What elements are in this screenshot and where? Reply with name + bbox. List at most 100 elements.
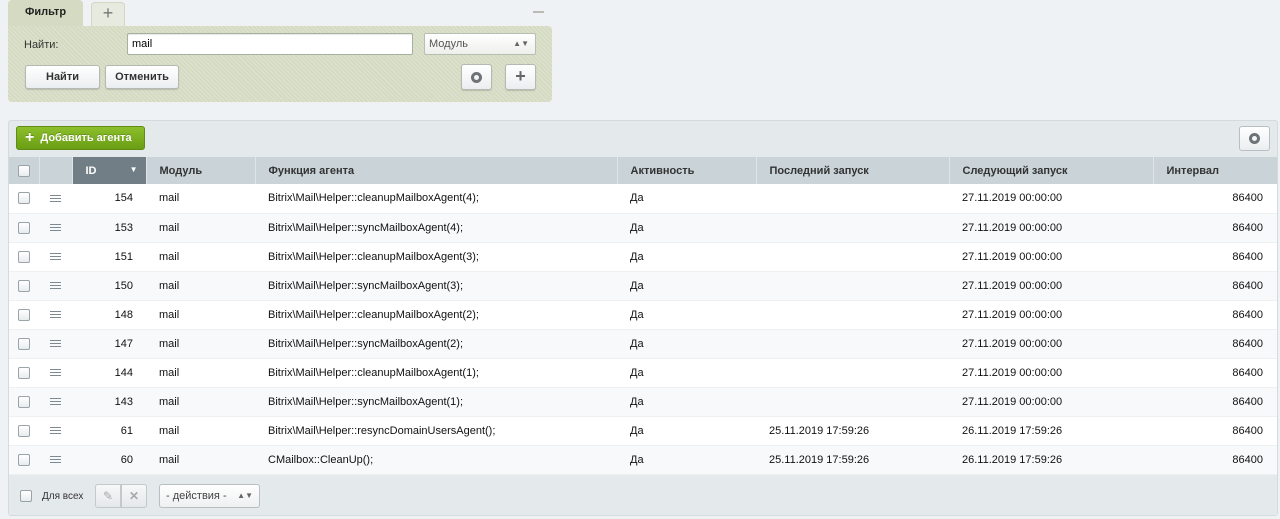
table-row[interactable]: 61 mail Bitrix\Mail\Helper::resyncDomainUs… [9,416,1277,446]
row-menu-cell [39,242,72,272]
cell-active: Да [617,445,756,475]
cell-function: Bitrix\Mail\Helper::syncMailboxAgent(1); [255,387,617,417]
cell-active: Да [617,358,756,388]
cell-active: Да [617,271,756,301]
table-row[interactable]: 148 mail Bitrix\Mail\Helper::cleanupMailbo… [9,300,1277,330]
table-header: ID ▼ Модуль Функция агента Активность Пос… [9,157,1277,184]
column-header-next-run[interactable]: Следующий запуск [948,157,1153,184]
tab-filter[interactable]: Фильтр [8,0,84,26]
column-header-module[interactable]: Модуль [145,157,255,184]
cell-module: mail [146,358,255,388]
column-header-interval[interactable]: Интервал [1152,157,1277,184]
cell-interval: 86400 [1153,387,1277,417]
cell-last-run [756,358,949,388]
row-select-cell [9,387,39,417]
agents-grid: + Добавить агента ID ▼ Модуль Функция аген… [8,120,1278,516]
cell-next-run: 27.11.2019 00:00:00 [949,387,1153,417]
column-header-active[interactable]: Активность [616,157,756,184]
row-menu-icon[interactable] [50,193,61,204]
filter-settings-button[interactable] [461,64,492,90]
cell-interval: 86400 [1153,184,1277,214]
row-menu-icon[interactable] [50,338,61,349]
row-menu-icon[interactable] [50,425,61,436]
table-row[interactable]: 60 mail CMailbox::CleanUp(); Да 25.11.2019 1… [9,445,1277,475]
cell-active: Да [617,416,756,446]
cell-last-run [756,300,949,330]
add-filter-tab-button[interactable]: + [91,2,126,26]
table-row[interactable]: 144 mail Bitrix\Mail\Helper::cleanupMailbo… [9,358,1277,388]
row-select-cell [9,271,39,301]
row-checkbox[interactable] [18,308,30,321]
row-select-cell [9,358,39,388]
cell-module: mail [146,271,255,301]
row-checkbox[interactable] [18,221,30,234]
row-menu-icon[interactable] [50,251,61,262]
agents-table: ID ▼ Модуль Функция агента Активность Пос… [9,157,1277,475]
find-button[interactable]: Найти [25,65,100,89]
row-select-cell [9,329,39,359]
gear-icon [471,72,482,83]
row-menu-icon[interactable] [50,367,61,378]
table-row[interactable]: 147 mail Bitrix\Mail\Helper::syncMailboxAg… [9,329,1277,359]
grid-settings-button[interactable] [1239,126,1270,151]
plus-icon: + [25,129,35,146]
row-menu-cell [39,184,72,214]
cell-module: mail [146,300,255,330]
row-checkbox[interactable] [18,453,30,466]
cell-active: Да [617,329,756,359]
search-input[interactable]: mail [127,33,413,55]
table-row[interactable]: 143 mail Bitrix\Mail\Helper::syncMailboxAg… [9,387,1277,417]
cell-next-run: 27.11.2019 00:00:00 [949,213,1153,243]
row-menu-icon[interactable] [50,454,61,465]
edit-selected-button[interactable]: ✎ [95,484,121,508]
select-all-header[interactable] [9,157,39,184]
table-row[interactable]: 151 mail Bitrix\Mail\Helper::cleanupMailbo… [9,242,1277,272]
cancel-button[interactable]: Отменить [105,65,179,89]
row-checkbox[interactable] [18,366,30,379]
column-header-last-run[interactable]: Последний запуск [755,157,949,184]
row-menu-cell [39,271,72,301]
row-checkbox[interactable] [18,395,30,408]
collapse-filter-icon[interactable] [533,11,544,13]
row-checkbox[interactable] [18,279,30,292]
add-filter-field-button[interactable]: + [505,64,536,90]
table-row[interactable]: 150 mail Bitrix\Mail\Helper::syncMailboxAg… [9,271,1277,301]
row-menu-icon[interactable] [50,396,61,407]
cell-function: CMailbox::CleanUp(); [255,445,617,475]
menu-header [38,157,72,184]
row-menu-cell [39,300,72,330]
module-select[interactable]: Модуль ▲▼ [424,33,536,55]
cell-active: Да [617,213,756,243]
cell-function: Bitrix\Mail\Helper::syncMailboxAgent(3); [255,271,617,301]
row-menu-cell [39,358,72,388]
row-checkbox[interactable] [18,337,30,350]
row-checkbox[interactable] [18,250,30,263]
row-checkbox[interactable] [18,192,30,205]
cell-id: 143 [72,387,146,417]
for-all-checkbox[interactable] [20,490,32,502]
column-header-function[interactable]: Функция агента [254,157,617,184]
cell-active: Да [617,184,756,214]
table-row[interactable]: 153 mail Bitrix\Mail\Helper::syncMailboxAg… [9,213,1277,243]
row-select-cell [9,416,39,446]
table-body: 154 mail Bitrix\Mail\Helper::cleanupMailbo… [9,184,1277,475]
row-menu-icon[interactable] [50,309,61,320]
delete-selected-button[interactable]: ✕ [121,484,147,508]
cell-module: mail [146,329,255,359]
table-row[interactable]: 154 mail Bitrix\Mail\Helper::cleanupMailbo… [9,184,1277,214]
cell-interval: 86400 [1153,300,1277,330]
cell-module: mail [146,416,255,446]
cell-id: 151 [72,242,146,272]
cell-interval: 86400 [1153,213,1277,243]
row-menu-icon[interactable] [50,222,61,233]
select-arrows-icon: ▲▼ [513,39,529,48]
row-checkbox[interactable] [18,424,30,437]
cell-active: Да [617,300,756,330]
actions-select[interactable]: - действия - ▲▼ [159,484,260,508]
cell-interval: 86400 [1153,358,1277,388]
row-menu-icon[interactable] [50,280,61,291]
cell-module: mail [146,184,255,214]
checkbox-icon[interactable] [17,164,30,177]
column-header-id[interactable]: ID ▼ [71,157,146,184]
add-agent-button[interactable]: + Добавить агента [16,126,145,150]
